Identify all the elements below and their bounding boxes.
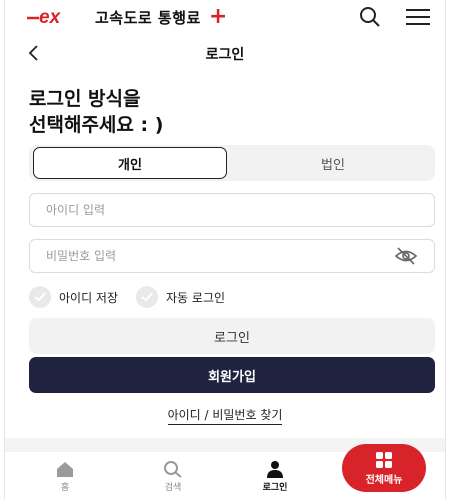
app-frame: ex 고속도로 통행료 + 로그인 로그인 방식을 선택해주세요:) 개인 …: [4, 0, 446, 500]
home-icon: [57, 462, 73, 477]
id-input[interactable]: [46, 203, 418, 217]
login-heading: 로그인 방식을 선택해주세요 : ): [29, 86, 163, 138]
app-bar: ex 고속도로 통행료 +: [5, 0, 445, 34]
page-header: 로그인: [5, 40, 445, 68]
nav-login-label: 로그인: [262, 483, 288, 493]
grid-icon: [376, 451, 392, 468]
full-menu-button[interactable]: 전체메뉴: [342, 444, 426, 492]
search-button[interactable]: [357, 6, 383, 28]
find-id-password-link[interactable]: 아이디 / 비밀번호 찾기: [167, 408, 283, 425]
menu-button[interactable]: [405, 6, 431, 28]
join-button[interactable]: 회원가입: [29, 357, 435, 393]
nav-login[interactable]: 로그인: [245, 460, 305, 493]
heading-line-2: 선택해주세요 : ): [29, 114, 164, 136]
password-input[interactable]: [46, 249, 394, 263]
password-field[interactable]: [29, 239, 435, 273]
tab-corporate[interactable]: 법인: [235, 147, 431, 179]
nav-search-label: 검색: [164, 483, 182, 493]
eye-off-icon[interactable]: [394, 246, 418, 266]
nav-home-label: 홈: [60, 483, 70, 493]
app-logo[interactable]: ex 고속도로 통행료 +: [25, 6, 227, 28]
search-icon: [164, 461, 182, 478]
hamburger-icon: [406, 9, 430, 25]
auto-login-checkbox[interactable]: 자동 로그인: [136, 286, 225, 308]
search-icon: [360, 7, 380, 27]
login-button[interactable]: 로그인: [29, 318, 435, 354]
tab-personal[interactable]: 개인: [33, 147, 227, 179]
check-icon: [29, 286, 51, 308]
full-menu-label: 전체메뉴: [365, 474, 403, 486]
heading-line-1: 로그인 방식을: [29, 88, 141, 110]
page-title: 로그인: [205, 47, 245, 63]
app-name: 고속도로 통행료: [95, 8, 201, 27]
check-icon: [136, 286, 159, 308]
save-id-checkbox[interactable]: 아이디 저장: [29, 286, 118, 308]
nav-home[interactable]: 홈: [35, 460, 95, 493]
brand-text: ex: [39, 7, 62, 28]
find-account: 아이디 / 비밀번호 찾기: [5, 404, 445, 425]
id-field[interactable]: [29, 193, 435, 227]
person-icon: [267, 461, 283, 478]
ex-logo-icon: ex: [27, 7, 62, 28]
save-id-label: 아이디 저장: [59, 290, 119, 305]
auto-login-label: 자동 로그인: [166, 290, 226, 305]
login-type-tabs: 개인 법인: [29, 145, 435, 181]
plus-mark: +: [208, 4, 228, 29]
nav-search[interactable]: 검색: [143, 460, 203, 493]
app-bar-actions: [357, 6, 431, 28]
login-options: 아이디 저장 자동 로그인: [29, 286, 243, 308]
